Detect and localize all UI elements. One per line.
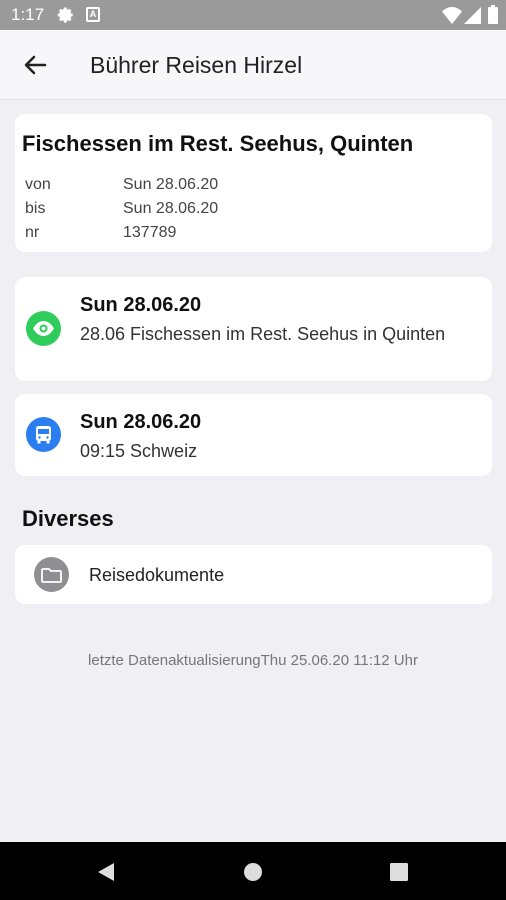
signal-icon [464, 7, 481, 24]
bus-icon [26, 417, 61, 452]
eye-icon [26, 311, 61, 346]
navigation-bar [0, 842, 506, 900]
status-time: 1:17 [11, 5, 45, 24]
event-description: 09:15 Schweiz [80, 441, 198, 461]
last-update-text: letzte DatenaktualisierungThu 25.06.20 1… [88, 652, 418, 669]
event-description: 28.06 Fischessen im Rest. Seehus in Quin… [80, 324, 446, 344]
folder-icon [34, 557, 69, 592]
trip-to-label: bis [25, 200, 46, 217]
event-card[interactable]: Sun 28.06.20 09:15 Schweiz [15, 394, 492, 476]
a-notification-icon: A [86, 7, 100, 22]
back-arrow-icon[interactable] [20, 50, 50, 80]
wifi-icon [442, 7, 462, 24]
battery-icon [488, 5, 498, 24]
status-bar: 1:17 A [0, 0, 506, 30]
page-title: Bührer Reisen Hirzel [90, 52, 303, 78]
trip-info-card: Fischessen im Rest. Seehus, Quinten von … [15, 114, 492, 252]
trip-to-value: Sun 28.06.20 [123, 200, 219, 217]
event-date: Sun 28.06.20 [80, 411, 202, 433]
trip-number-label: nr [25, 224, 40, 241]
app-bar: Bührer Reisen Hirzel [0, 30, 506, 100]
trip-from-label: von [25, 176, 51, 193]
event-date: Sun 28.06.20 [80, 294, 202, 316]
event-card[interactable]: Sun 28.06.20 28.06 Fischessen im Rest. S… [15, 277, 492, 381]
trip-number-value: 137789 [123, 224, 177, 241]
travel-documents-item[interactable]: Reisedokumente [15, 545, 492, 604]
nav-back-icon[interactable] [96, 861, 116, 883]
nav-recents-icon[interactable] [390, 863, 408, 881]
diverses-heading: Diverses [22, 506, 114, 531]
settings-gear-icon [57, 7, 73, 23]
trip-title: Fischessen im Rest. Seehus, Quinten [22, 131, 414, 156]
trip-from-value: Sun 28.06.20 [123, 176, 219, 193]
travel-documents-label: Reisedokumente [89, 565, 225, 585]
nav-home-icon[interactable] [243, 862, 263, 882]
